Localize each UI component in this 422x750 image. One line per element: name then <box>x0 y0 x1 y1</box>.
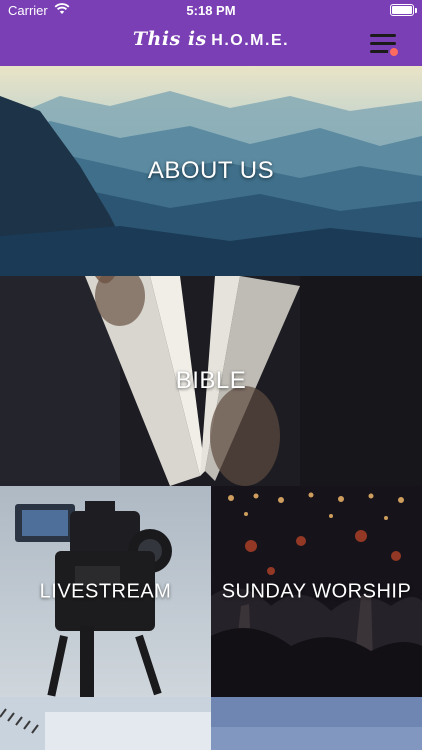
app-header: Carrier 5:18 PM This is H.O.M.E. <box>0 0 422 66</box>
notebook-image <box>0 697 211 750</box>
status-time: 5:18 PM <box>186 3 236 18</box>
battery-icon <box>390 4 417 16</box>
tile-label: SUNDAY WORSHIP <box>221 580 412 602</box>
sky-image <box>211 697 422 750</box>
tile-label: BIBLE <box>175 367 247 394</box>
tile-livestream[interactable]: LIVESTREAM <box>0 486 211 697</box>
tile-sunday-worship[interactable]: SUNDAY WORSHIP <box>211 486 422 697</box>
tile-about-us[interactable]: ABOUT US <box>0 66 422 276</box>
tile-label: LIVESTREAM <box>39 580 172 602</box>
logo-script-text: This is <box>132 28 207 50</box>
logo-brand-text: H.O.M.E. <box>211 32 290 49</box>
menu-button[interactable] <box>370 34 400 58</box>
app-logo: This is H.O.M.E. <box>0 28 422 58</box>
tile-partial-right[interactable] <box>211 697 422 750</box>
tile-partial-left[interactable] <box>0 697 211 750</box>
tile-label: ABOUT US <box>147 157 275 184</box>
status-bar: Carrier 5:18 PM <box>0 0 422 22</box>
tile-bible[interactable]: BIBLE <box>0 276 422 486</box>
notification-dot-icon <box>388 46 400 58</box>
